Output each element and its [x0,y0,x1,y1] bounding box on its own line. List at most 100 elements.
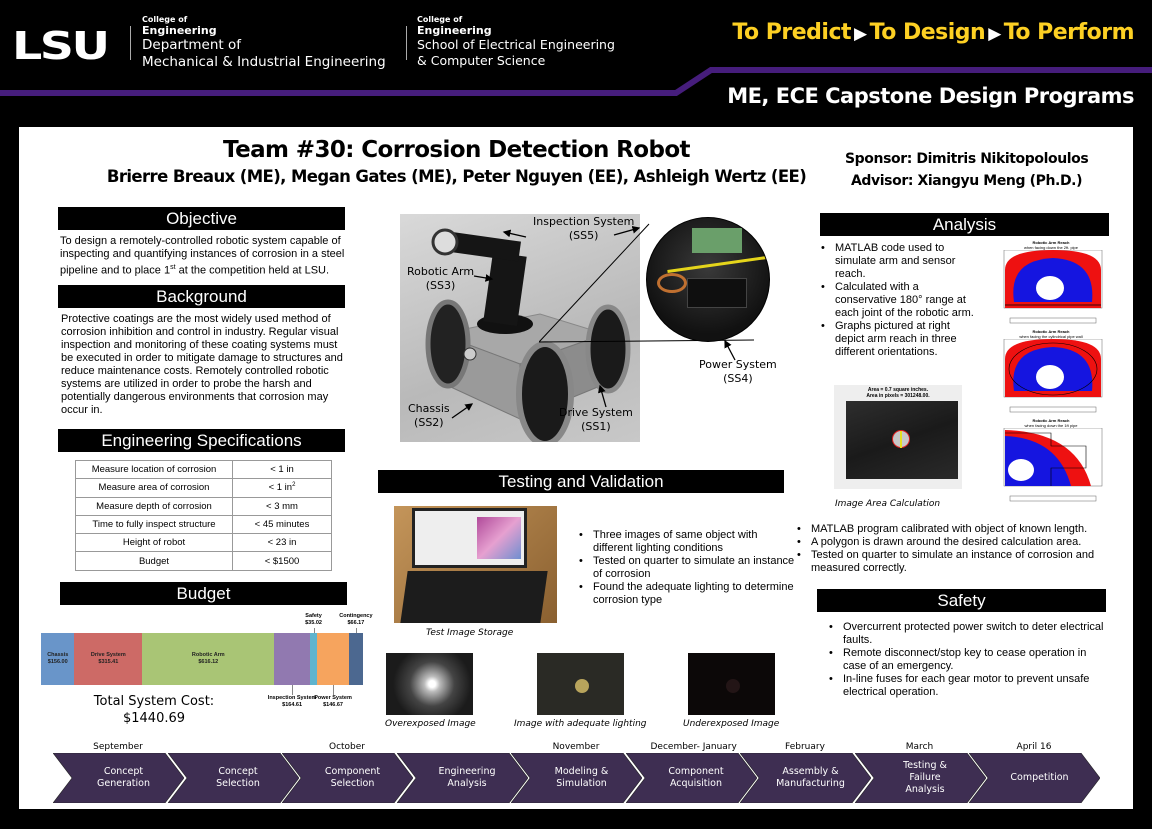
total-cost-value: $1440.69 [122,711,186,726]
arm-reach-plot: Robotic Arm Reach when facing down the 2f… [996,240,1106,325]
segment-name: Chassis [47,652,69,658]
background-text: Protective coatings are the most widely … [61,313,343,416]
timeline-step-label: Competition [1010,772,1069,783]
underexposed-photo [688,653,775,715]
quarter-coin [575,679,589,693]
budget-callout-contingency: Contingency $66.17 [331,613,381,627]
label-inspection-system: Inspection System (SS5) [533,215,634,243]
testing-heading: Testing and Validation [378,470,784,493]
unreachable-region [1036,276,1064,300]
label-robotic-arm: Robotic Arm (SS3) [407,265,474,293]
timeline-step: Component Selection [282,753,413,803]
segment-label: Drive System $315.41 [91,652,126,666]
segment-name: Drive System [90,652,126,658]
bullet-item: Overcurrent protected power switch to de… [827,621,1107,647]
programs-title: ME, ECE Capstone Design Programs [727,84,1134,108]
timeline-step-label: Assembly & Manufacturing [776,766,845,789]
budget-segment-contingency [348,633,363,685]
bullet-item: MATLAB code used to simulate arm and sen… [819,242,979,281]
bullet-item: Remote disconnect/stop key to cease oper… [827,647,1107,673]
spec-measure: Measure area of corrosion [75,478,233,498]
label-line: (SS5) [568,229,599,242]
spec-row: Time to fully inspect structure < 45 minu… [75,514,332,535]
label-chassis: Chassis (SS2) [408,402,450,430]
label-line: (SS2) [414,416,444,429]
ribbon-cable [657,273,687,293]
timeline-month: March [905,742,934,752]
poster-title: Team #30: Corrosion Detection Robot [223,137,690,163]
plot-legend [1009,406,1097,413]
timeline-month: December- January [650,742,737,752]
bullet-item: Three images of same object with differe… [577,529,797,555]
quarter-coin [726,679,740,693]
bullet-item: In-line fuses for each gear motor to pre… [827,673,1107,699]
label-line: Robotic Arm [407,265,475,278]
laptop-keyboard [400,571,548,623]
spec-value-text: < 1 in [268,482,293,494]
sponsor: Sponsor: Dimitris Nikitopoloulos [845,151,1089,167]
spec-value-text: < 45 minutes [254,519,310,531]
plot-legend [1009,495,1097,502]
arm-reach-plot: Robotic Arm Reach when facing the cylindr… [996,329,1106,414]
timeline-month: October [328,742,366,752]
motor-driver-board [687,278,747,308]
spec-value: < $1500 [232,551,332,571]
spec-row: Budget < $1500 [75,551,332,571]
spec-row: Height of robot < 23 in [75,533,332,553]
segment-value: $315.41 [98,659,119,665]
spec-value-text: < 23 in [267,537,297,549]
unreachable-region [1008,459,1034,481]
poster-body: Team #30: Corrosion Detection Robot Brie… [19,127,1133,809]
safety-bullets: Overcurrent protected power switch to de… [827,621,1107,699]
bullet-item: Graphs pictured at right depict arm reac… [819,320,979,359]
total-cost: Total System Cost: $1440.69 [79,693,229,727]
label-line: Chassis [408,402,450,415]
segment-value: $616.12 [198,659,219,665]
callout-leader-line [292,685,294,695]
yellow-cable [667,256,767,273]
bullet-item: MATLAB program calibrated with object of… [795,523,1125,536]
timeline-month: April 16 [1016,742,1052,752]
spec-value: < 1 in [232,459,332,480]
segment-name: Power System [314,695,352,701]
area-caption: Image Area Calculation [835,499,941,509]
spec-value-text: < 1 in [270,464,294,476]
timeline-step: Assembly & Manufacturing [740,753,871,803]
segment-value: $146.67 [323,702,343,708]
timeline-step-label: Component Acquisition [668,766,724,789]
team-authors: Brierre Breaux (ME), Megan Gates (ME), P… [106,167,807,186]
spec-measure: Measure location of corrosion [75,459,233,480]
overexposed-photo [386,653,473,715]
spec-value: < 1 in2 [232,478,332,498]
total-cost-label: Total System Cost: [93,694,215,709]
spec-value: < 3 mm [232,496,332,516]
timeline-step-label: Component Selection [324,766,381,789]
spec-measure: Budget [75,551,233,571]
callout-leader-line [313,628,315,633]
spec-row: Measure location of corrosion < 1 in [75,459,332,480]
budget-callout-power-system: Power System $146.67 [298,695,368,709]
safety-heading: Safety [817,589,1106,612]
background-heading: Background [58,285,345,308]
spec-measure: Measure depth of corrosion [75,496,233,516]
bullet-item: Tested on quarter to simulate an instanc… [795,549,1125,575]
area-plot [846,401,958,479]
testing-bullets: Three images of same object with differe… [577,529,797,607]
area-calculation-image: Area = 0.7 square inches. Area in pixels… [834,385,962,489]
timeline-step-label: Concept Generation [97,766,150,789]
spec-measure: Height of robot [75,533,233,553]
poster-header: LSU College of Engineering Department of… [0,0,1152,128]
timeline-month: November [552,742,600,752]
spec-value-text: < 3 mm [266,500,298,512]
budget-segment-drive-system: Drive System $315.41 [74,633,143,685]
timeline-step-label: Testing & Failure Analysis [903,760,947,795]
spec-value: < 23 in [232,533,332,553]
objective-heading: Objective [58,207,345,230]
timeline-step: Testing & Failure Analysis [854,753,986,803]
timeline-step-label: Engineering Analysis [438,766,496,789]
laptop-photo [394,506,557,623]
plot-legend [1009,317,1097,324]
laptop-caption: Test Image Storage [426,628,514,638]
adequate-lighting-photo [537,653,624,715]
spec-row: Measure area of corrosion < 1 in2 [75,478,332,498]
